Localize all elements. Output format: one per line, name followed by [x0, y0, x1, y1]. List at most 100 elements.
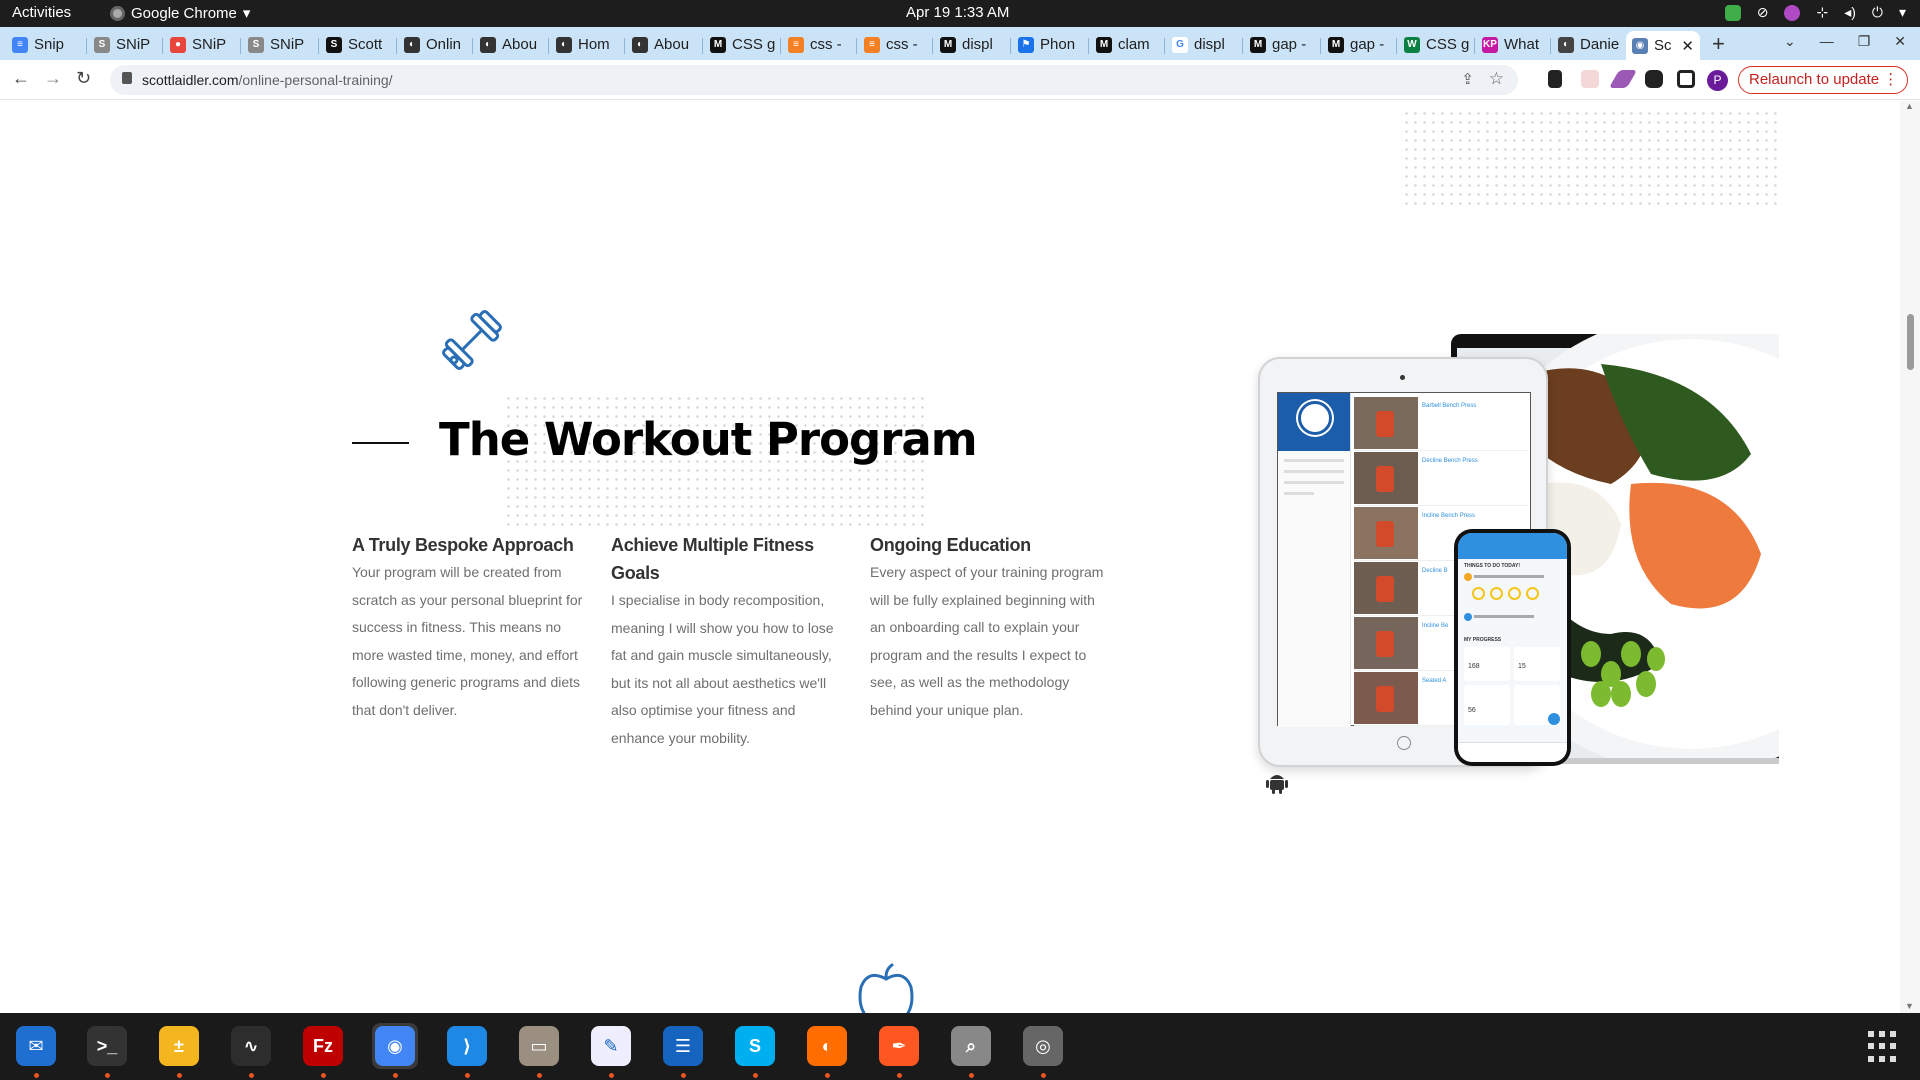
tab-title: clam	[1118, 36, 1150, 53]
tab-separator	[396, 38, 397, 54]
disk-icon[interactable]: ◎	[1020, 1023, 1066, 1069]
browser-tab[interactable]: W CSS g	[1398, 31, 1474, 58]
feature-body: Every aspect of your training program wi…	[870, 564, 1104, 718]
eyedropper-extension-icon[interactable]	[1548, 70, 1562, 88]
calendar-extension-icon[interactable]	[1581, 70, 1599, 88]
share-icon[interactable]: ⇪	[1461, 70, 1474, 88]
running-indicator	[681, 1073, 686, 1078]
app-indicator-icon[interactable]	[1784, 4, 1801, 21]
browser-tab[interactable]: ◐ Abou	[626, 31, 702, 58]
browser-tab[interactable]: Mgap -	[1244, 31, 1320, 58]
show-apps-grid-icon[interactable]	[1868, 1031, 1900, 1063]
close-tab-icon[interactable]: ✕	[1681, 37, 1694, 55]
lock-icon[interactable]	[122, 72, 132, 84]
browser-tab[interactable]: KP What	[1476, 31, 1552, 58]
notes-icon[interactable]: ±	[156, 1023, 202, 1069]
firefox-icon[interactable]: ◐	[804, 1023, 850, 1069]
phone-header	[1458, 533, 1567, 559]
app-menu[interactable]: Google Chrome ▾	[110, 4, 250, 22]
tab-separator	[472, 38, 473, 54]
back-button[interactable]: ←	[12, 68, 30, 89]
browser-tab[interactable]: Gdispl	[1166, 31, 1242, 58]
scroll-down-icon[interactable]: ▼	[1905, 1001, 1914, 1011]
browser-tab[interactable]: ◐ Hom	[550, 31, 626, 58]
skype-icon[interactable]: S	[732, 1023, 778, 1069]
system-monitor-icon[interactable]: ∿	[228, 1023, 274, 1069]
progress-card: 168	[1464, 647, 1510, 681]
update-icon[interactable]	[1724, 4, 1741, 21]
power-icon[interactable]: ⏻	[1872, 4, 1883, 21]
side-panel-icon[interactable]	[1677, 70, 1695, 88]
scroll-up-icon[interactable]: ▲	[1905, 101, 1914, 111]
restore-button[interactable]: ❐	[1858, 33, 1871, 50]
browser-tab[interactable]: Mdispl	[934, 31, 1010, 58]
tab-search-icon[interactable]: ⌄	[1784, 33, 1796, 50]
writer-icon[interactable]: ☰	[660, 1023, 706, 1069]
browser-tab[interactable]: Mclam	[1090, 31, 1166, 58]
browser-toolbar: ← → ↻ scottlaidler.com/online-personal-t…	[0, 60, 1920, 100]
terminal-icon[interactable]: >_	[84, 1023, 130, 1069]
volume-icon[interactable]: ◂)	[1844, 4, 1856, 21]
tab-title: CSS g	[732, 36, 776, 53]
tab-favicon-icon: ◐	[404, 36, 420, 53]
browser-tab[interactable]: ⚑ Phon	[1012, 31, 1088, 58]
thunderbird-icon[interactable]: ✉	[13, 1023, 59, 1069]
relaunch-button[interactable]: Relaunch to update ⋮	[1738, 66, 1908, 94]
chevron-down-icon[interactable]: ▾	[1899, 4, 1906, 21]
browser-tab[interactable]: ● SNiP	[164, 31, 240, 58]
tab-title: What	[1504, 36, 1540, 53]
browser-tab[interactable]: S Scott	[320, 31, 396, 58]
scrollbar-thumb[interactable]	[1907, 314, 1914, 370]
vscode-icon[interactable]: ⟩	[444, 1023, 490, 1069]
address-bar[interactable]: scottlaidler.com/online-personal-trainin…	[110, 65, 1518, 95]
clock[interactable]: Apr 19 1:33 AM	[906, 4, 1009, 21]
minimize-button[interactable]: —	[1820, 33, 1834, 50]
files-icon[interactable]: ▭	[516, 1023, 562, 1069]
browser-tab[interactable]: M CSS g	[704, 31, 780, 58]
tab-separator	[932, 38, 933, 54]
bookmark-star-icon[interactable]: ☆	[1489, 69, 1504, 89]
browser-tab[interactable]: ◐ Onlin	[398, 31, 474, 58]
tab-title: Scott	[348, 36, 383, 53]
exercise-name: Decline B	[1422, 568, 1448, 574]
tab-title: CSS g	[1426, 36, 1470, 53]
android-icon[interactable]	[1266, 770, 1288, 794]
chrome-small-icon	[110, 5, 125, 21]
pen-extension-icon[interactable]	[1608, 70, 1638, 88]
forward-button[interactable]: →	[44, 68, 62, 89]
text-editor-icon[interactable]: ✎	[588, 1023, 634, 1069]
page-scrollbar[interactable]: ▲ ▼	[1900, 101, 1920, 1013]
activities-button[interactable]: Activities	[12, 4, 71, 21]
image-viewer-icon[interactable]: ⌕	[948, 1023, 994, 1069]
profile-avatar[interactable]: P	[1707, 70, 1728, 91]
tab-favicon-icon: ◉	[1632, 37, 1648, 54]
close-window-button[interactable]: ✕	[1894, 33, 1906, 50]
running-indicator	[1041, 1073, 1046, 1078]
tab-separator	[162, 38, 163, 54]
browser-tab[interactable]: Mgap -	[1322, 31, 1398, 58]
extensions-puzzle-icon[interactable]	[1645, 70, 1663, 88]
settings-circle-icon[interactable]: ⊘	[1757, 4, 1769, 21]
browser-tab[interactable]: ◐ Abou	[474, 31, 550, 58]
tab-favicon-icon: M	[1328, 36, 1344, 53]
filezilla-icon[interactable]: Fz	[300, 1023, 346, 1069]
system-tray[interactable]: ⊘ ⊹ ◂) ⏻ ▾	[1724, 4, 1906, 21]
running-indicator	[177, 1073, 182, 1078]
browser-tab[interactable]: ◉ Sc ✕	[1626, 31, 1700, 60]
browser-tab[interactable]: ◐ Danie	[1552, 31, 1628, 58]
reload-button[interactable]: ↻	[76, 68, 91, 89]
tab-title: SNiP	[192, 36, 227, 53]
browser-tab[interactable]: S SNiP	[88, 31, 164, 58]
browser-tab[interactable]: ≡ css -	[782, 31, 858, 58]
inkscape-icon[interactable]: ✒	[876, 1023, 922, 1069]
chrome-icon[interactable]: ◉	[372, 1023, 418, 1069]
new-tab-button[interactable]: +	[1712, 31, 1725, 57]
tab-favicon-icon: M	[1096, 36, 1112, 53]
browser-tab[interactable]: S SNiP	[242, 31, 318, 58]
network-icon[interactable]: ⊹	[1816, 4, 1828, 21]
tab-favicon-icon: S	[248, 36, 264, 53]
browser-tab[interactable]: ≡ css -	[858, 31, 934, 58]
browser-tab[interactable]: ≡ Snip	[6, 31, 82, 58]
running-indicator	[609, 1073, 614, 1078]
app-device-mockup: Barbell Bench Press Decline Bench Press In…	[1244, 334, 1779, 796]
